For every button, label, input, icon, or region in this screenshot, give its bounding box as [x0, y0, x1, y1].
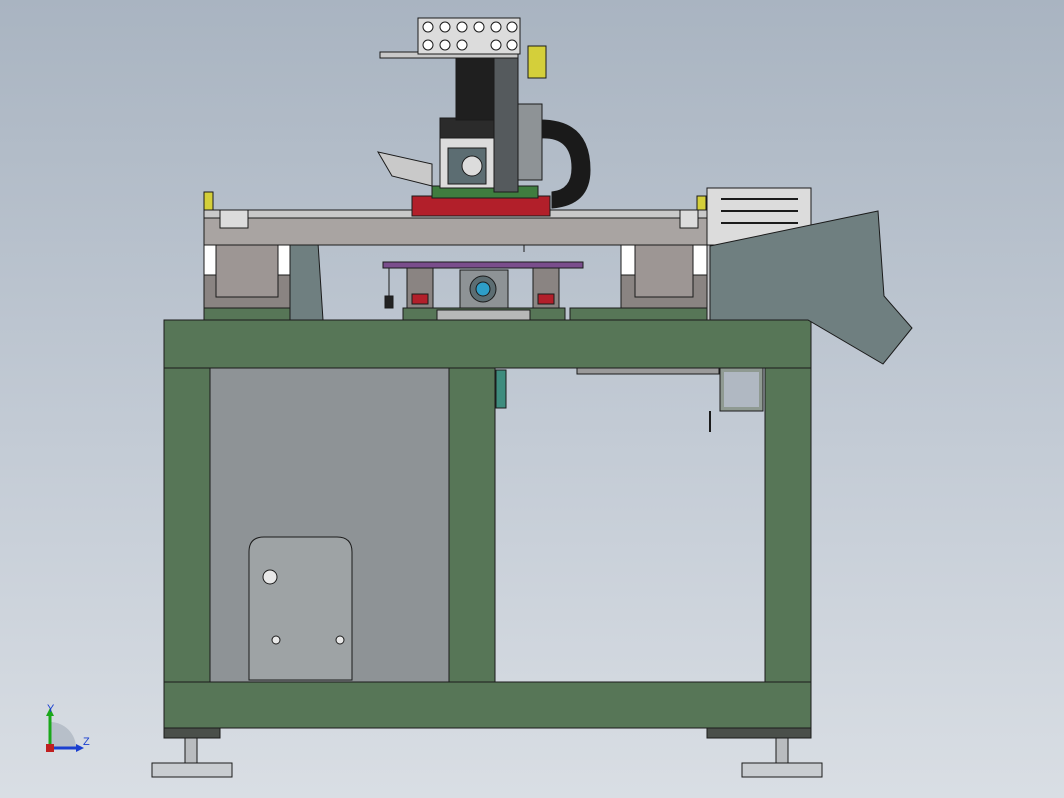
- guide-plate: [289, 242, 324, 321]
- leveling-foot-right: [706, 726, 823, 778]
- z-axis-label: Z: [83, 736, 90, 748]
- orientation-triad: Y Z: [46, 703, 90, 752]
- machine-assembly-drawing: Y Z: [46, 17, 913, 778]
- under-rail: [576, 367, 720, 375]
- square-tube-hollow: [724, 372, 759, 407]
- drive-assembly: [382, 261, 584, 321]
- electrical-cabinet-panel: [209, 367, 450, 683]
- side-bracket: [495, 369, 507, 409]
- y-axis-label: Y: [47, 703, 55, 715]
- vertical-slide: [376, 17, 547, 193]
- support-block-left: [203, 244, 293, 321]
- support-block-right: [569, 244, 719, 321]
- cad-viewport[interactable]: Y Z: [0, 0, 1064, 798]
- x-axis-dot: [46, 744, 54, 752]
- leveling-foot-left: [151, 726, 233, 778]
